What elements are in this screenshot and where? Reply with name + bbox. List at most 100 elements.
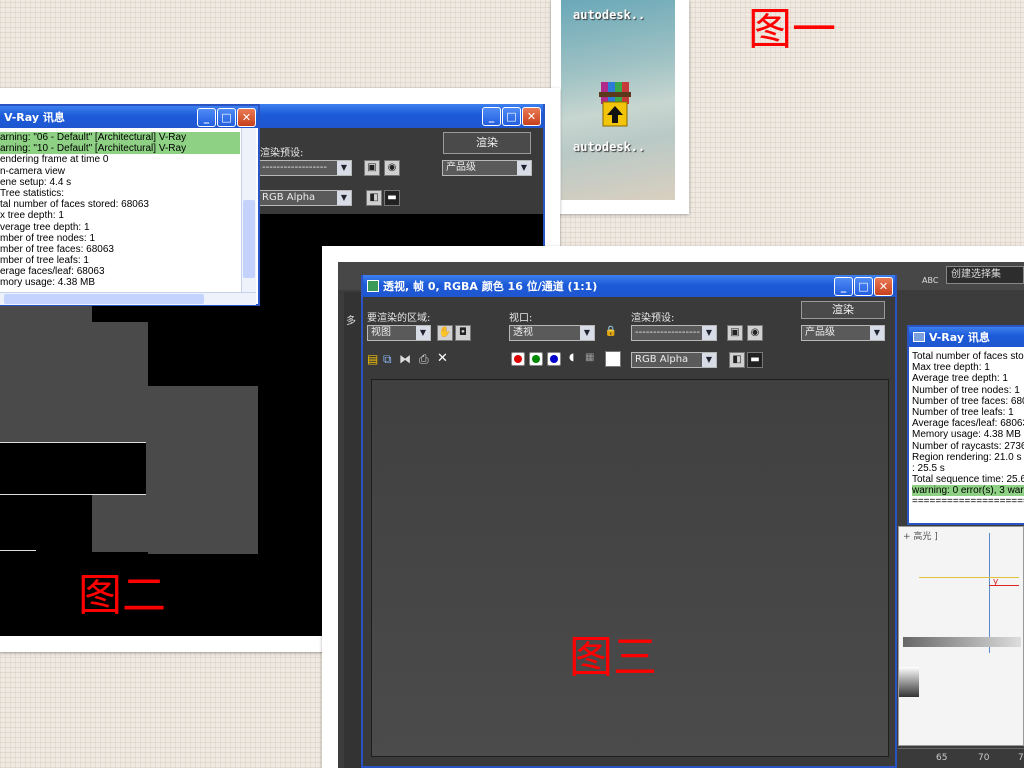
vray-log-1-title: V-Ray 讯息 xyxy=(4,111,65,124)
render-button[interactable]: 渲染 xyxy=(801,301,885,319)
render-preset-select[interactable]: ------------------ ▼ xyxy=(258,160,352,176)
desktop-icon-2-label[interactable]: autodesk.. xyxy=(573,140,645,154)
clear-image-icon[interactable]: ✕ xyxy=(437,351,448,366)
edit-region-icon[interactable]: ✋ xyxy=(437,325,453,341)
timeline-tick-75: 75 xyxy=(1018,753,1024,763)
lock-icon[interactable]: 🔒 xyxy=(603,325,619,341)
vray-log-2-lines: Total number of faces stored: 68063Max t… xyxy=(912,351,1024,508)
scene-gizmo-line xyxy=(989,533,990,653)
minimize-button[interactable]: _ xyxy=(834,277,853,296)
scene-floor-shape xyxy=(903,637,1021,647)
vray-log-2-body: Total number of faces stored: 68063Max t… xyxy=(912,351,1024,519)
perspective-viewport[interactable]: + 高光 ] y xyxy=(898,526,1024,746)
maximize-button[interactable]: □ xyxy=(217,108,236,127)
log-line: mber of tree nodes: 1 xyxy=(0,232,96,244)
render-canvas[interactable] xyxy=(371,379,889,757)
vray-log-2-titlebar[interactable]: V-Ray 讯息 xyxy=(909,327,1024,347)
swatch-white[interactable] xyxy=(605,351,621,367)
log-line: Total sequence time: 25.6 s xyxy=(912,474,1024,486)
display-toggle-icon[interactable]: ▬ xyxy=(747,352,763,368)
side-tab-label[interactable]: 多 xyxy=(346,312,356,327)
desktop-screenshot-frame: autodesk.. autodesk.. xyxy=(551,0,689,214)
log-line: Average faces/leaf: 68063 xyxy=(912,418,1024,430)
log-line: Average tree depth: 1 xyxy=(912,373,1008,385)
vertical-scrollbar[interactable] xyxy=(241,128,256,292)
timeline-tick-65: 65 xyxy=(936,753,948,763)
frame-window-3-titlebar[interactable]: 透视, 帧 0, RGBA 颜色 16 位/通道 (1:1) _ □ ✕ xyxy=(363,275,895,297)
log-line: tal number of faces stored: 68063 xyxy=(0,199,149,211)
close-button[interactable]: ✕ xyxy=(874,277,893,296)
preset-settings-icon[interactable]: ◉ xyxy=(747,325,763,341)
preset-settings-icon[interactable]: ◉ xyxy=(384,160,400,176)
log-line: verage tree depth: 1 xyxy=(0,221,90,233)
frame-window-3-title: 透视, 帧 0, RGBA 颜色 16 位/通道 (1:1) xyxy=(383,280,598,293)
minimize-button[interactable]: _ xyxy=(482,107,501,126)
green-channel-toggle[interactable] xyxy=(529,352,543,366)
selection-set-input[interactable]: 创建选择集 xyxy=(946,266,1024,284)
preset-save-icon[interactable]: ▣ xyxy=(364,160,380,176)
close-button[interactable]: ✕ xyxy=(237,108,256,127)
render-region-black-2 xyxy=(0,496,92,552)
log-line: mber of tree faces: 68063 xyxy=(0,243,114,255)
winrar-archive-icon[interactable] xyxy=(597,78,635,130)
app-icon xyxy=(913,332,925,342)
vray-log-window-1: V-Ray 讯息 _ □ ✕ arning: "06 - Default" [A… xyxy=(0,104,260,306)
alpha-channel-icon[interactable]: ◖ xyxy=(569,352,574,363)
caption-fig2: 图二 xyxy=(78,570,166,621)
chevron-down-icon: ▼ xyxy=(416,326,430,340)
render-area-select[interactable]: 视图 ▼ xyxy=(367,325,431,341)
render-region-black-1 xyxy=(0,442,146,494)
render-preset-select[interactable]: ------------------ ▼ xyxy=(631,325,717,341)
display-toggle-icon[interactable]: ▬ xyxy=(384,190,400,206)
chevron-down-icon: ▼ xyxy=(702,326,716,340)
chevron-down-icon: ▼ xyxy=(580,326,594,340)
log-line: Number of tree nodes: 1 xyxy=(912,384,1020,396)
print-image-icon[interactable]: ⎙ xyxy=(419,352,429,367)
frame-window-3: 透视, 帧 0, RGBA 颜色 16 位/通道 (1:1) _ □ ✕ 要渲染… xyxy=(361,275,897,768)
render-quality-select[interactable]: 产品级 ▼ xyxy=(801,325,885,341)
viewport-select[interactable]: 透视 ▼ xyxy=(509,325,595,341)
log-line: erage faces/leaf: 68063 xyxy=(0,266,105,278)
blue-channel-toggle[interactable] xyxy=(547,352,561,366)
render-button[interactable]: 渲染 xyxy=(443,132,531,154)
desktop-icon-1-label[interactable]: autodesk.. xyxy=(573,8,645,22)
horizontal-scrollbar[interactable] xyxy=(0,292,256,305)
render-line-3 xyxy=(0,550,36,551)
mono-display-icon[interactable]: ◧ xyxy=(729,352,745,368)
auto-region-icon[interactable]: ◘ xyxy=(455,325,471,341)
copy-image-icon[interactable]: ⧉ xyxy=(383,352,392,367)
render-region-block-2 xyxy=(0,304,92,330)
timeline-bar[interactable]: 65 70 75 xyxy=(898,748,1024,768)
caption-fig1: 图一 xyxy=(748,4,836,55)
mono-display-icon[interactable]: ◧ xyxy=(366,190,382,206)
maximize-button[interactable]: □ xyxy=(854,277,873,296)
scene-shadow-shape xyxy=(899,667,919,697)
chevron-down-icon: ▼ xyxy=(517,161,531,175)
vray-log-2-title: V-Ray 讯息 xyxy=(929,331,990,344)
render-quality-select[interactable]: 产品级 ▼ xyxy=(442,160,532,176)
command-tab-panel xyxy=(344,292,362,768)
save-image-icon[interactable]: ▤ xyxy=(367,352,378,366)
preset-save-icon[interactable]: ▣ xyxy=(727,325,743,341)
vray-log-1-titlebar[interactable]: V-Ray 讯息 _ □ ✕ xyxy=(0,106,258,128)
chevron-down-icon: ▼ xyxy=(337,191,351,205)
render-preset-label: 渲染预设: xyxy=(260,148,304,159)
log-line: mory usage: 4.38 MB xyxy=(0,277,96,289)
channel-select[interactable]: RGB Alpha ▼ xyxy=(258,190,352,206)
minimize-button[interactable]: _ xyxy=(197,108,216,127)
viewport-label[interactable]: + 高光 ] xyxy=(903,529,938,542)
close-button[interactable]: ✕ xyxy=(522,107,541,126)
log-line: endering frame at time 0 xyxy=(0,154,109,166)
scrollbar-thumb[interactable] xyxy=(4,294,204,304)
scrollbar-thumb[interactable] xyxy=(243,200,255,278)
clone-frame-icon[interactable]: ⧓ xyxy=(399,352,411,366)
vray-log-window-2: V-Ray 讯息 Total number of faces stored: 6… xyxy=(907,325,1024,525)
app-icon xyxy=(367,280,379,292)
mono-channel-icon[interactable]: ▦ xyxy=(585,352,594,363)
channel-select[interactable]: RGB Alpha ▼ xyxy=(631,352,717,368)
log-line: Number of tree leafs: 1 xyxy=(912,406,1014,418)
red-channel-toggle[interactable] xyxy=(511,352,525,366)
maximize-button[interactable]: □ xyxy=(502,107,521,126)
render-preset-label: 渲染预设: xyxy=(631,313,675,324)
log-line: Tree statistics: xyxy=(0,187,65,199)
